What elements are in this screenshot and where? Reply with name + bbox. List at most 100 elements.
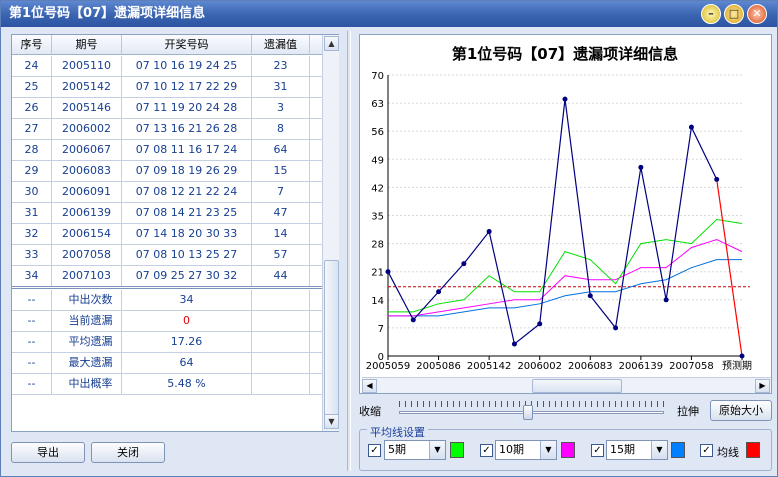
cell-omission: 14: [252, 224, 310, 244]
omission-point: [663, 297, 669, 303]
cell-numbers: 07 08 10 13 25 27: [122, 245, 252, 265]
table-row[interactable]: 30 2006091 07 08 12 21 22 24 7: [12, 182, 322, 203]
summary-label: 中出次数: [52, 290, 122, 310]
summary-dash: --: [12, 332, 52, 352]
table-row[interactable]: 31 2006139 07 08 14 21 23 25 47: [12, 203, 322, 224]
scroll-thumb[interactable]: [324, 260, 339, 415]
h-scroll-thumb[interactable]: [532, 379, 622, 393]
splitter[interactable]: [347, 31, 351, 471]
omission-point: [537, 321, 543, 327]
summary-row: -- 最大遗漏 64: [12, 353, 322, 374]
avg15-color-swatch[interactable]: [671, 442, 685, 458]
table-row[interactable]: 25 2005142 07 10 12 17 22 29 31: [12, 77, 322, 98]
summary-row: -- 平均遗漏 17.26: [12, 332, 322, 353]
minimize-button[interactable]: –: [701, 4, 721, 24]
avg10-color-swatch[interactable]: [561, 442, 575, 458]
cell-period: 2006154: [52, 224, 122, 244]
avg10-select[interactable]: 10期 ▼: [495, 440, 557, 460]
cell-numbers: 07 09 18 19 26 29: [122, 161, 252, 181]
summary-value: 34: [122, 290, 252, 310]
omission-point: [410, 317, 416, 323]
table-body: 24 2005110 07 10 16 19 24 25 23 25 2005142 07 …: [12, 56, 322, 287]
table-row[interactable]: 27 2006002 07 13 16 21 26 28 8: [12, 119, 322, 140]
zoom-slider-thumb[interactable]: [523, 405, 533, 420]
summary-table: -- 中出次数 34 -- 当前遗漏 0 -- 平均遗漏 17.26 -- 最大遗漏 64 -- 中出概率…: [12, 290, 322, 395]
cell-omission: 64: [252, 140, 310, 160]
mean-checkbox[interactable]: ✓: [700, 444, 713, 457]
forecast-segment: [716, 179, 743, 357]
cell-omission: 7: [252, 182, 310, 202]
maximize-button[interactable]: □: [724, 4, 744, 24]
omission-point: [562, 96, 568, 102]
table-row[interactable]: 33 2007058 07 08 10 13 25 27 57: [12, 245, 322, 266]
cell-index: 31: [12, 203, 52, 223]
summary-empty: [252, 332, 310, 352]
main-window: 第1位号码【07】遗漏项详细信息 – □ ✕ 序号 期号 开奖号码 遗漏值 24…: [0, 0, 778, 477]
cell-omission: 57: [252, 245, 310, 265]
horizontal-scrollbar[interactable]: ◀ ▶: [362, 377, 771, 393]
summary-dash: --: [12, 311, 52, 331]
cell-period: 2006002: [52, 119, 122, 139]
table-row[interactable]: 28 2006067 07 08 11 16 17 24 64: [12, 140, 322, 161]
scroll-up-icon[interactable]: ▲: [324, 36, 339, 51]
cell-period: 2007058: [52, 245, 122, 265]
scroll-left-icon[interactable]: ◀: [362, 379, 377, 393]
omission-point: [688, 124, 694, 130]
y-tick-label: 63: [371, 99, 384, 110]
cell-index: 29: [12, 161, 52, 181]
scroll-right-icon[interactable]: ▶: [755, 379, 770, 393]
summary-empty: [252, 311, 310, 331]
header-numbers[interactable]: 开奖号码: [122, 35, 252, 55]
close-button[interactable]: 关闭: [91, 442, 165, 463]
shrink-label: 收缩: [359, 405, 381, 418]
export-button[interactable]: 导出: [11, 442, 85, 463]
omission-point: [587, 293, 593, 299]
cell-numbers: 07 14 18 20 30 33: [122, 224, 252, 244]
cell-omission: 47: [252, 203, 310, 223]
table-row[interactable]: 29 2006083 07 09 18 19 26 29 15: [12, 161, 322, 182]
y-tick-label: 14: [371, 296, 384, 307]
chart-title: 第1位号码【07】遗漏项详细信息: [452, 45, 678, 63]
table-row[interactable]: 26 2005146 07 11 19 20 24 28 3: [12, 98, 322, 119]
table-row[interactable]: 24 2005110 07 10 16 19 24 25 23: [12, 56, 322, 77]
cell-period: 2006083: [52, 161, 122, 181]
mean-color-swatch[interactable]: [746, 442, 760, 458]
omission-point: [714, 176, 720, 182]
omission-table: 序号 期号 开奖号码 遗漏值 24 2005110 07 10 16 19 24 2…: [11, 34, 339, 432]
table-row[interactable]: 32 2006154 07 14 18 20 30 33 14: [12, 224, 322, 245]
y-tick-label: 42: [371, 183, 384, 194]
header-omission[interactable]: 遗漏值: [252, 35, 310, 55]
summary-label: 中出概率: [52, 374, 122, 394]
cell-numbers: 07 09 25 27 30 32: [122, 266, 252, 286]
avg5-checkbox[interactable]: ✓: [368, 444, 381, 457]
avg-series-line: [388, 259, 742, 317]
cell-omission: 8: [252, 119, 310, 139]
avg5-select[interactable]: 5期 ▼: [384, 440, 446, 460]
header-period[interactable]: 期号: [52, 35, 122, 55]
scroll-down-icon[interactable]: ▼: [324, 414, 339, 429]
cell-index: 25: [12, 77, 52, 97]
cell-index: 27: [12, 119, 52, 139]
close-window-button[interactable]: ✕: [747, 4, 767, 24]
summary-empty: [252, 290, 310, 310]
avg15-select[interactable]: 15期 ▼: [606, 440, 668, 460]
summary-label: 当前遗漏: [52, 311, 122, 331]
summary-label: 最大遗漏: [52, 353, 122, 373]
vertical-scrollbar[interactable]: ▲ ▼: [322, 35, 339, 431]
avg15-checkbox[interactable]: ✓: [591, 444, 604, 457]
summary-value: 5.48 %: [122, 374, 252, 394]
avg10-checkbox[interactable]: ✓: [480, 444, 493, 457]
chevron-down-icon: ▼: [429, 441, 445, 459]
table-row[interactable]: 34 2007103 07 09 25 27 30 32 44: [12, 266, 322, 287]
omission-point: [436, 289, 442, 295]
summary-value: 0: [122, 311, 252, 331]
avg5-color-swatch[interactable]: [450, 442, 464, 458]
header-index[interactable]: 序号: [12, 35, 52, 55]
cell-index: 32: [12, 224, 52, 244]
cell-numbers: 07 08 12 21 22 24: [122, 182, 252, 202]
omission-point: [511, 341, 517, 347]
summary-value: 17.26: [122, 332, 252, 352]
reset-zoom-button[interactable]: 原始大小: [710, 400, 772, 421]
x-tick-label: 2005086: [416, 361, 461, 372]
mean-label: 均线: [717, 446, 739, 459]
